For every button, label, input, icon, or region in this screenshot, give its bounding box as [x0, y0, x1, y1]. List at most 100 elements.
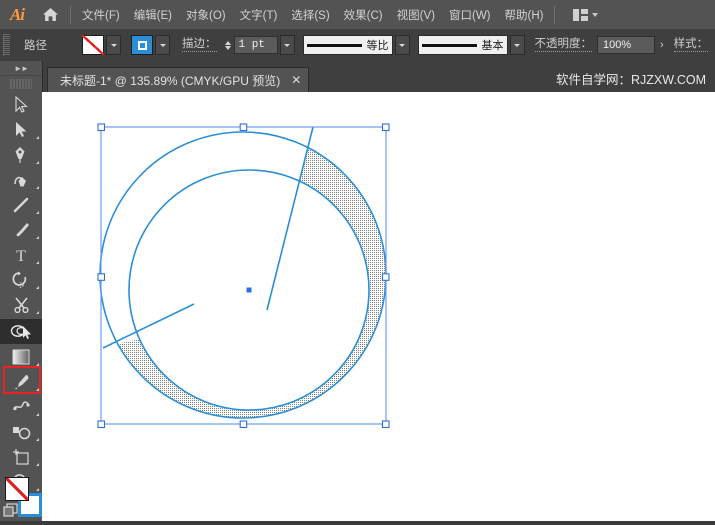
symbol-sprayer-tool[interactable] — [0, 419, 42, 444]
chevron-down-icon — [110, 43, 117, 47]
style-label: 样式： — [673, 38, 709, 52]
shape-builder-tool[interactable] — [0, 319, 42, 344]
stroke-weight-dropdown-button[interactable] — [279, 35, 295, 55]
opacity-flyout-button[interactable]: › — [660, 39, 664, 51]
tool-flyout-indicator — [36, 311, 39, 314]
scissors-tool[interactable] — [0, 292, 42, 317]
stroke-swatch[interactable] — [131, 35, 153, 55]
tools-panel: ►► T — [0, 61, 43, 521]
stroke-profile-preview — [306, 43, 362, 47]
tool-flyout-indicator — [36, 438, 39, 441]
opacity-input[interactable]: 100% — [597, 36, 655, 54]
document-tab-title: 未标题-1* @ 135.89% (CMYK/GPU 预览) — [60, 73, 281, 88]
document-tab-bar: 未标题-1* @ 135.89% (CMYK/GPU 预览) ✕ 软件自学网：R… — [42, 61, 715, 93]
tool-flyout-indicator — [36, 261, 39, 264]
stroke-swatch-group[interactable] — [131, 35, 170, 55]
menu-bar: Ai 文件(F) 编辑(E) 对象(O) 文字(T) 选择(S) 效果(C) 视… — [0, 0, 715, 29]
menu-view[interactable]: 视图(V) — [390, 4, 442, 26]
tool-flyout-indicator — [36, 211, 39, 214]
shape-builder-crescent — [100, 132, 386, 418]
brush-definition-label: 基本 — [481, 40, 504, 52]
artboard-tool[interactable] — [0, 444, 42, 469]
handle-middle-left — [97, 273, 106, 281]
home-icon[interactable] — [34, 0, 66, 29]
tool-flyout-indicator — [36, 388, 39, 391]
stroke-weight-input[interactable]: 1 pt — [233, 36, 278, 54]
tool-flyout-indicator — [36, 413, 39, 416]
menu-file[interactable]: 文件(F) — [75, 4, 127, 26]
menu-divider — [70, 5, 71, 24]
stroke-profile-select[interactable]: 等比 — [302, 35, 393, 55]
line-segment-tool[interactable] — [0, 192, 42, 217]
menu-edit[interactable]: 编辑(E) — [127, 4, 179, 26]
control-bar: 路径 描边： 1 pt 等比 基本 不透明度： 100% › 样式： — [0, 29, 715, 62]
chevron-down-icon — [592, 12, 599, 17]
fill-swatch-group[interactable] — [82, 35, 121, 55]
tool-flyout-indicator — [36, 363, 39, 366]
tools-panel-grip[interactable] — [10, 78, 32, 90]
chevron-down-icon — [514, 43, 520, 47]
menu-select[interactable]: 选择(S) — [284, 4, 336, 26]
handle-bottom-right — [381, 420, 390, 429]
tool-flyout-indicator — [36, 161, 39, 164]
tool-flyout-indicator — [36, 236, 39, 239]
svg-text:T: T — [16, 248, 26, 263]
gradient-tool[interactable] — [0, 344, 42, 369]
tool-flyout-indicator — [36, 186, 39, 189]
blend-tool[interactable] — [0, 394, 42, 419]
chevron-down-icon — [159, 43, 166, 47]
paintbrush-tool[interactable] — [0, 217, 42, 242]
handle-middle-right — [381, 273, 390, 281]
fill-color-swatch[interactable] — [5, 477, 29, 501]
tools-panel-collapse-button[interactable]: ►► — [0, 61, 42, 76]
menu-object[interactable]: 对象(O) — [179, 4, 233, 26]
double-chevron-icon: ►► — [14, 63, 29, 73]
rotate-tool[interactable] — [0, 267, 42, 292]
handle-top-left — [97, 123, 106, 132]
pen-tool[interactable] — [0, 142, 42, 167]
watermark-text: 软件自学网：RJZXW.COM — [556, 73, 706, 87]
tool-flyout-indicator — [36, 286, 39, 289]
document-tab[interactable]: 未标题-1* @ 135.89% (CMYK/GPU 预览) ✕ — [47, 67, 310, 92]
chevron-down-icon — [284, 43, 290, 47]
eyedropper-tool[interactable] — [0, 369, 42, 394]
opacity-label: 不透明度： — [534, 38, 592, 52]
fill-stroke-indicator — [0, 473, 42, 521]
stroke-profile-dropdown-button[interactable] — [394, 35, 410, 55]
tool-flyout-indicator — [36, 136, 39, 139]
control-bar-grip[interactable] — [3, 34, 10, 56]
direct-selection-tool[interactable] — [0, 117, 42, 142]
brush-definition-preview — [421, 43, 477, 47]
artwork-svg — [97, 123, 390, 429]
workspace-switcher[interactable] — [567, 8, 604, 21]
fill-swatch[interactable] — [82, 35, 104, 55]
stroke-dropdown-button[interactable] — [155, 35, 170, 55]
brush-definition-select[interactable]: 基本 — [417, 35, 508, 55]
handle-bottom-center — [239, 420, 248, 429]
stepper-down-icon — [225, 45, 231, 50]
menu-divider-2 — [554, 5, 556, 24]
stroke-profile-label: 等比 — [366, 40, 389, 52]
app-logo: Ai — [9, 4, 25, 24]
selection-tool[interactable] — [0, 92, 42, 117]
stroke-weight-label: 描边： — [182, 38, 217, 52]
handle-top-right — [381, 123, 390, 132]
type-tool[interactable]: T — [0, 242, 42, 267]
menu-window[interactable]: 窗口(W) — [442, 4, 498, 26]
tool-flyout-indicator — [36, 463, 39, 466]
close-icon[interactable]: ✕ — [291, 74, 301, 86]
brush-definition-dropdown-button[interactable] — [509, 35, 525, 55]
menu-type[interactable]: 文字(T) — [233, 4, 285, 26]
document-canvas[interactable] — [42, 92, 715, 521]
menu-help[interactable]: 帮助(H) — [498, 4, 551, 26]
illustrator-window: Ai 文件(F) 编辑(E) 对象(O) 文字(T) 选择(S) 效果(C) 视… — [0, 0, 715, 521]
object-type-label: 路径 — [24, 40, 47, 52]
selection-center-point — [246, 287, 252, 293]
stroke-weight-stepper[interactable] — [223, 35, 234, 55]
handle-top-center — [239, 123, 248, 132]
curvature-tool[interactable] — [0, 167, 42, 192]
fill-dropdown-button[interactable] — [106, 35, 121, 55]
stepper-up-icon — [225, 40, 231, 45]
workspace-icon — [573, 8, 589, 21]
menu-effect[interactable]: 效果(C) — [337, 4, 390, 26]
